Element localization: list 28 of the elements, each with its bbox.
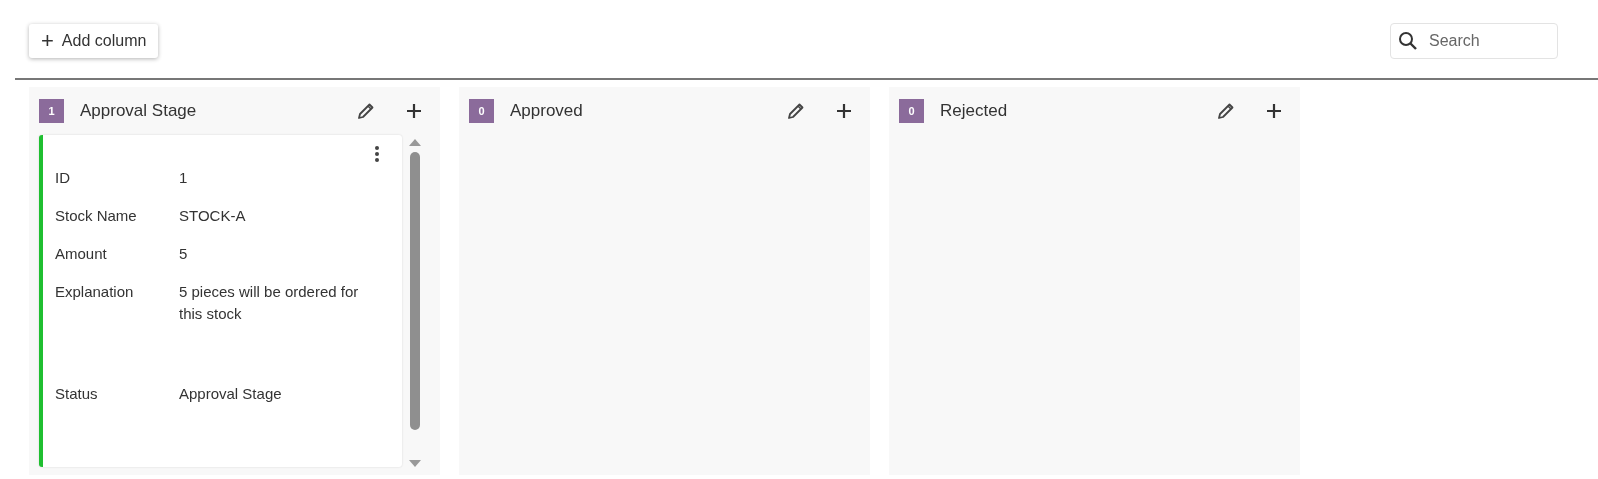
field-label: ID	[55, 168, 71, 188]
field-label: Status	[55, 384, 99, 404]
column-title: Approved	[510, 100, 584, 123]
count-badge: 1	[39, 99, 64, 123]
scroll-down-icon[interactable]	[409, 460, 421, 467]
column-title: Rejected	[940, 100, 1009, 123]
plus-icon	[1266, 103, 1282, 119]
task-card[interactable]: ID 1 Stock Name STOCK-A Amount 5 Explanation 5 pieces will be ordered for this stock Status Approval Stage	[39, 135, 402, 467]
edit-icon	[1216, 101, 1236, 121]
plus-icon	[836, 103, 852, 119]
field-value: 1	[179, 168, 189, 188]
count-badge: 0	[899, 99, 924, 123]
column-title: Approval Stage	[80, 100, 198, 123]
field-value: 5 pieces will be ordered for this stock	[179, 282, 360, 324]
field-label: Amount	[55, 244, 108, 264]
field-value: Approval Stage	[179, 384, 283, 404]
field-label: Stock Name	[55, 206, 138, 226]
field-value: STOCK-A	[179, 206, 247, 226]
field-label: Explanation	[55, 282, 135, 302]
edit-icon	[786, 101, 806, 121]
more-icon	[374, 145, 380, 163]
field-value: 5	[179, 244, 189, 264]
add-column-button[interactable]: + Add column	[29, 23, 159, 58]
scroll-up-icon[interactable]	[409, 139, 421, 146]
count-badge: 0	[469, 99, 494, 123]
edit-icon	[356, 101, 376, 121]
plus-icon	[406, 103, 422, 119]
search-field[interactable]: Search	[1390, 23, 1558, 59]
